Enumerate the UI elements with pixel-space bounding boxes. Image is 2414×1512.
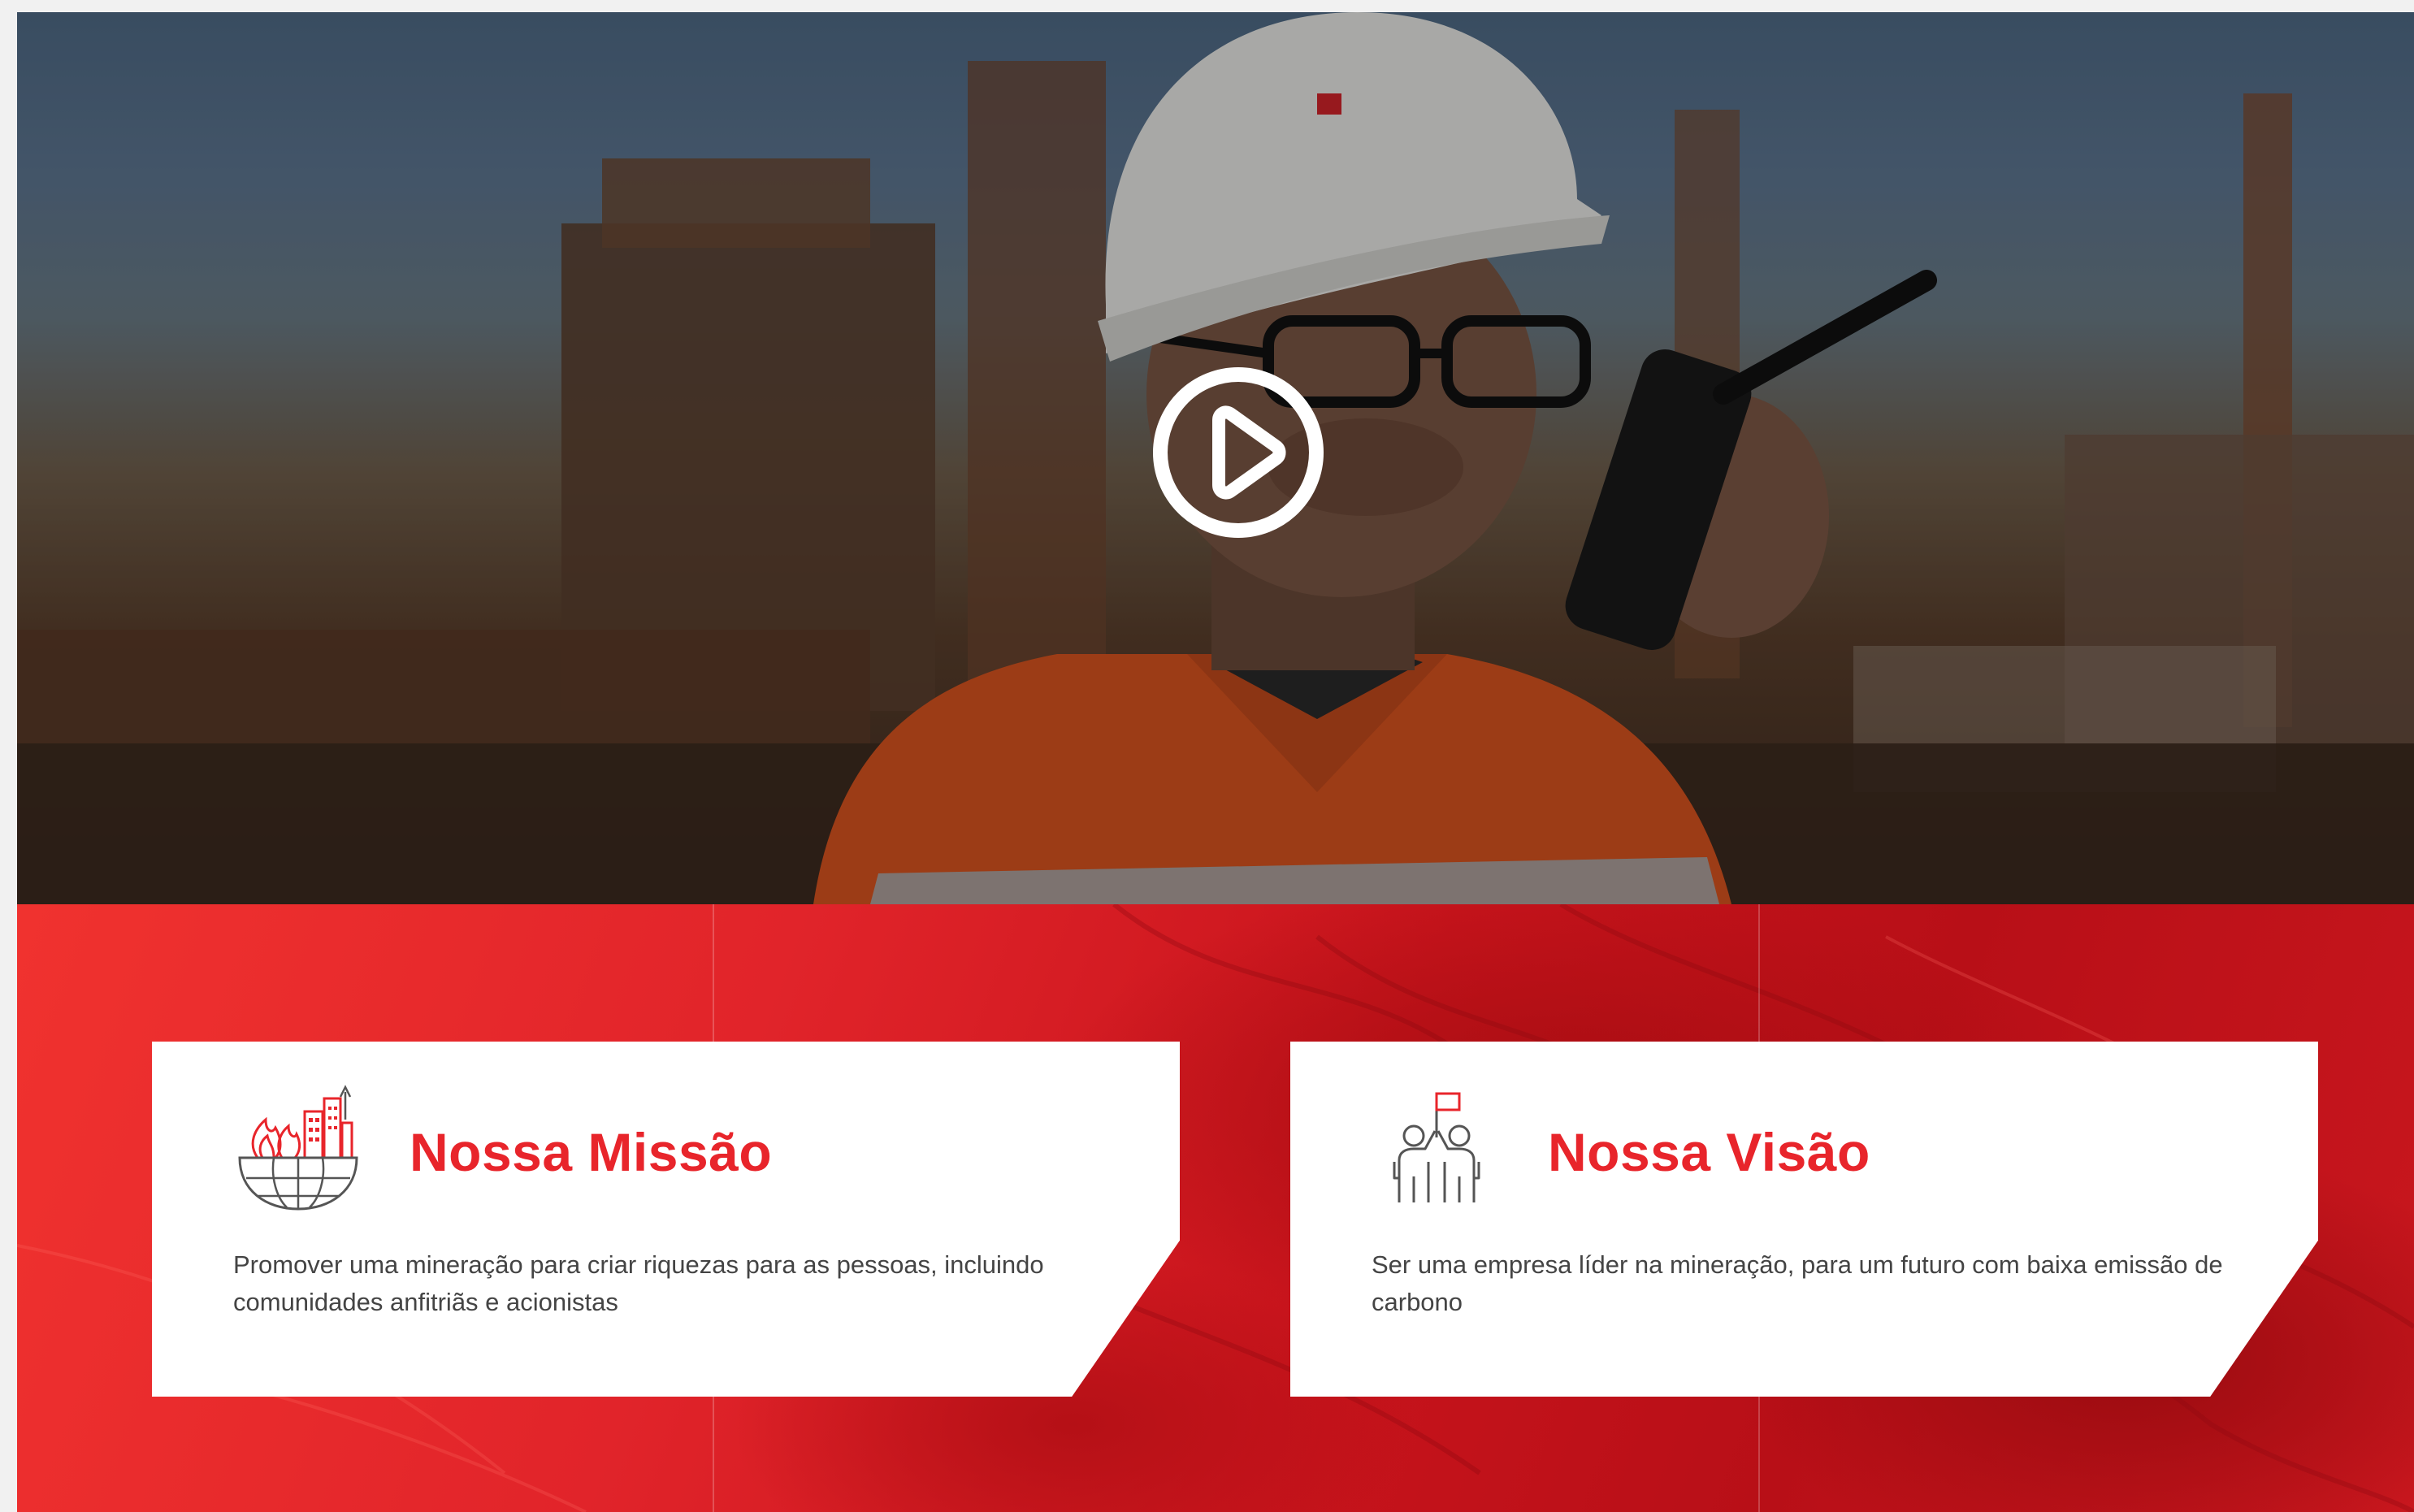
vision-card: Nossa Visão Ser uma empresa líder na min… — [1290, 1042, 2318, 1397]
people-flag-icon — [1372, 1081, 1502, 1215]
mission-card: Nossa Missão Promover uma mineração para… — [152, 1042, 1180, 1397]
globe-city-fire-icon — [233, 1081, 363, 1215]
vision-title: Nossa Visão — [1548, 1122, 1870, 1182]
play-button[interactable] — [1149, 363, 1328, 542]
mission-description: Promover uma mineração para criar riquez… — [233, 1250, 1044, 1316]
mission-title: Nossa Missão — [410, 1122, 773, 1182]
play-icon — [1153, 367, 1324, 538]
page: Nossa Missão Promover uma mineração para… — [17, 12, 2414, 1512]
video-hero[interactable] — [17, 12, 2414, 904]
vision-description: Ser uma empresa líder na mineração, para… — [1372, 1250, 2223, 1316]
